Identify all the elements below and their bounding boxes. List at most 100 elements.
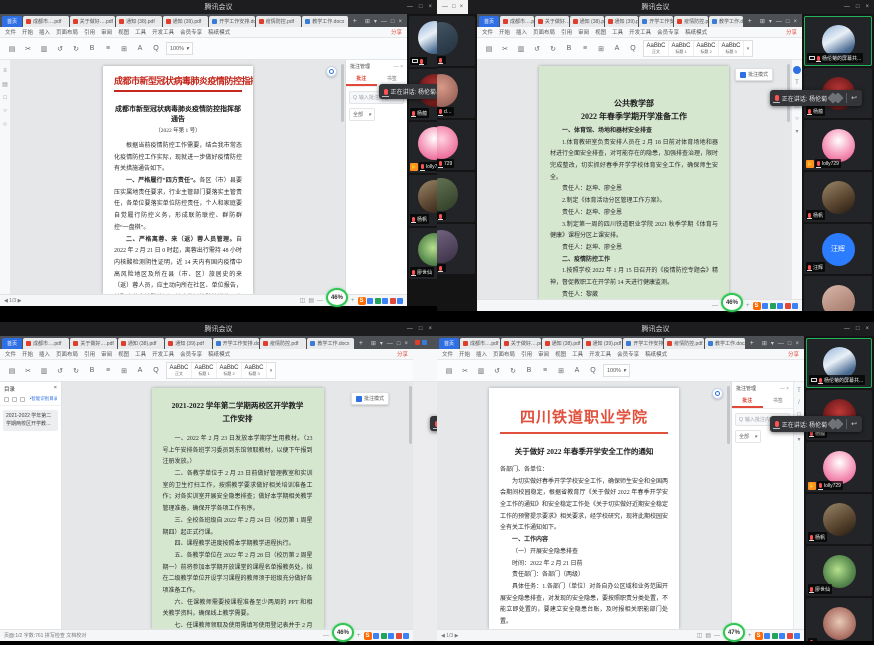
comment-mode-bubble[interactable] xyxy=(712,388,723,399)
redo-icon[interactable]: ↻ xyxy=(70,364,82,378)
panel-close-icon[interactable]: — × xyxy=(780,386,789,392)
menu-item[interactable]: 引用 xyxy=(84,28,95,36)
bold-icon[interactable]: B xyxy=(523,364,535,378)
tabbar-icon[interactable]: □ xyxy=(788,341,792,347)
tabbar-icon[interactable]: × xyxy=(795,341,799,347)
wps-document-tab[interactable]: 首页 xyxy=(2,16,22,27)
participant-tile[interactable]: ✋ xyxy=(409,16,437,67)
menu-item[interactable]: 开发工具 xyxy=(589,350,611,358)
zoom-select[interactable]: 100%▾ xyxy=(166,42,193,55)
sogou-icon[interactable]: S xyxy=(358,297,366,305)
window-control-button[interactable]: × xyxy=(428,4,432,10)
menu-item[interactable]: 插入 xyxy=(39,28,50,36)
wps-document-tab[interactable]: 通知 (39).pdf xyxy=(165,338,211,349)
outline-item[interactable]: 2021-2022 学年第二学期两校区开学教… xyxy=(3,410,58,431)
wps-document-tab[interactable]: 首页 xyxy=(2,338,22,349)
share-button[interactable]: 分享 xyxy=(788,350,799,358)
copy-icon[interactable]: ▥ xyxy=(475,364,487,378)
tabbar-icon[interactable]: — xyxy=(778,341,784,347)
menu-item[interactable]: 页面布局 xyxy=(56,350,78,358)
tabbar-icon[interactable]: ▾ xyxy=(374,18,377,25)
undo-icon[interactable]: ↺ xyxy=(491,364,503,378)
wps-document-tab[interactable]: 开学工作安排.docx xyxy=(209,16,255,27)
wps-document-tab[interactable]: 疫情防控.pdf xyxy=(664,338,704,349)
participant-tile[interactable]: ✋ 杨帆 xyxy=(804,172,872,222)
redo-icon[interactable]: ↻ xyxy=(507,364,519,378)
wps-document-tab[interactable]: 通知 (38).pdf xyxy=(542,338,582,349)
doc-scrollbar[interactable] xyxy=(727,386,730,444)
style-preset[interactable]: AaBbC标题 3 xyxy=(242,363,267,378)
input-method-icon[interactable] xyxy=(381,633,387,639)
participant-tile[interactable] xyxy=(437,172,475,222)
menu-item[interactable]: 文件 xyxy=(5,350,16,358)
participant-tile[interactable]: d… xyxy=(437,68,475,118)
wps-document-tab[interactable]: 通知 (39).pdf xyxy=(163,16,209,27)
input-method-icon[interactable] xyxy=(382,298,388,304)
paste-icon[interactable]: ▤ xyxy=(6,42,18,56)
wps-document-tab[interactable]: 教学工作.docx xyxy=(307,338,353,349)
wps-document-tab[interactable]: 关于做好….pdf xyxy=(70,338,116,349)
window-control-button[interactable]: □ xyxy=(856,4,860,10)
outline-tool-icon[interactable] xyxy=(4,397,9,402)
style-preset[interactable]: AaBbC标题 3 xyxy=(719,41,744,56)
participant-tile[interactable]: ✋ 廖世仙 xyxy=(409,228,437,279)
window-control-button[interactable]: × xyxy=(428,326,432,332)
style-gallery-more[interactable]: ▾ xyxy=(744,41,752,56)
menu-item[interactable]: 开发工具 xyxy=(152,28,174,36)
wps-document-tab[interactable]: 教学工作.docx xyxy=(302,16,348,27)
annotation-tool-icon[interactable]: ○ xyxy=(795,116,799,122)
paste-icon[interactable]: ▤ xyxy=(443,364,455,378)
highlight-icon[interactable]: A xyxy=(571,364,583,378)
menu-item[interactable]: 开始 xyxy=(22,350,33,358)
participant-tile[interactable]: ✋ 杨蕴 xyxy=(806,390,872,440)
window-control-button[interactable]: — xyxy=(442,4,448,10)
tabbar-icon[interactable]: ▾ xyxy=(769,18,772,25)
input-method-icon[interactable] xyxy=(792,303,798,309)
wps-document-tab[interactable]: 疫情防控.pdf xyxy=(260,338,306,349)
window-control-button[interactable]: □ xyxy=(856,326,860,332)
window-control-button[interactable]: — xyxy=(844,4,850,10)
menu-item[interactable]: 视图 xyxy=(118,28,129,36)
participant-tile[interactable]: 汪辉 ✋ 汪辉 xyxy=(804,224,872,274)
bold-icon[interactable]: B xyxy=(563,42,575,56)
menu-item[interactable]: 开发工具 xyxy=(629,28,651,36)
zoom-level-indicator[interactable]: 47% xyxy=(723,623,745,642)
input-method-icon[interactable] xyxy=(397,298,403,304)
menu-item[interactable]: 页面布局 xyxy=(56,28,78,36)
window-control-button[interactable]: □ xyxy=(419,326,423,332)
wps-document-tab[interactable]: 疫情防控.pdf xyxy=(674,16,708,27)
tabbar-icon[interactable]: ⊞ xyxy=(371,340,376,347)
side-tool-icon[interactable]: ≡ xyxy=(3,68,7,74)
window-control-button[interactable]: — xyxy=(844,326,850,332)
menu-item[interactable]: 稿纸模式 xyxy=(208,350,230,358)
zoom-level-indicator[interactable]: 46% xyxy=(332,623,354,642)
menu-item[interactable]: 文件 xyxy=(482,28,493,36)
input-method-icon[interactable] xyxy=(779,633,785,639)
sogou-icon[interactable]: S xyxy=(753,302,761,310)
menu-item[interactable]: 插入 xyxy=(516,28,527,36)
menu-item[interactable]: 稿纸模式 xyxy=(685,28,707,36)
tabbar-icon[interactable]: □ xyxy=(397,341,401,347)
side-tool-icon[interactable]: ☆ xyxy=(2,121,7,128)
zoom-out-icon[interactable]: — xyxy=(714,633,720,639)
share-button[interactable]: 分享 xyxy=(786,28,797,36)
tabbar-icon[interactable]: — xyxy=(381,19,387,25)
tabbar-icon[interactable]: × xyxy=(398,19,402,25)
tabbar-icon[interactable]: ⊞ xyxy=(760,18,765,25)
input-method-icon[interactable] xyxy=(794,633,800,639)
view-mode-icon[interactable]: ▤ xyxy=(308,297,314,304)
window-control-button[interactable]: × xyxy=(865,326,869,332)
undo-icon[interactable]: ↺ xyxy=(531,42,543,56)
menu-item[interactable]: 插入 xyxy=(39,350,50,358)
tabbar-icon[interactable]: × xyxy=(793,19,797,25)
input-method-icon[interactable] xyxy=(785,303,791,309)
window-control-button[interactable]: × xyxy=(460,4,464,10)
wps-document-tab[interactable]: 通知 (39).pdf xyxy=(605,16,639,27)
side-tool-icon[interactable]: ▤ xyxy=(2,81,8,88)
menu-item[interactable]: 引用 xyxy=(561,28,572,36)
input-method-icon[interactable] xyxy=(764,633,770,639)
participant-tile[interactable]: ✋ lolly729 xyxy=(806,442,872,492)
menu-item[interactable]: 会员专享 xyxy=(617,350,639,358)
window-control-button[interactable]: — xyxy=(407,326,413,332)
input-method-icon[interactable] xyxy=(762,303,768,309)
